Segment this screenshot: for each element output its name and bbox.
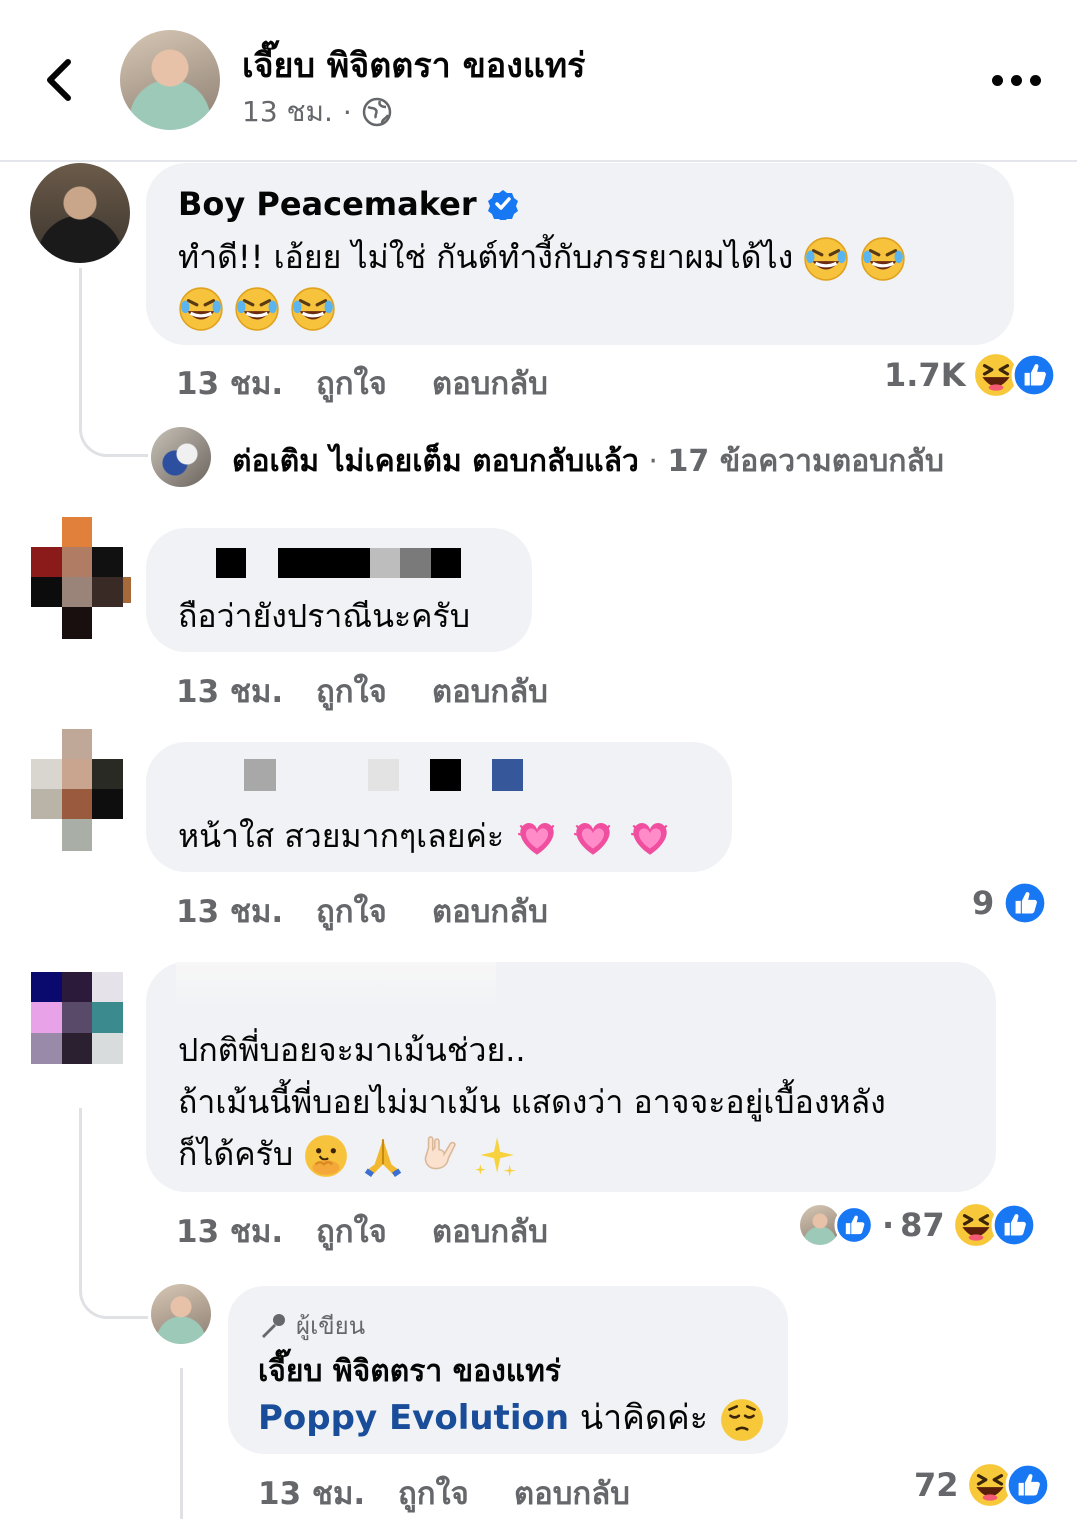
post-header: เจี๊ยบ พิจิตตรา ของแทร่ 13 ชม. · [0, 0, 1077, 162]
like-button[interactable]: ถูกใจ [316, 1206, 387, 1256]
rofl-emoji-icon [290, 286, 336, 332]
post-time: 13 ชม. [242, 95, 333, 128]
avatar[interactable] [31, 972, 123, 1064]
mention-link[interactable]: Poppy Evolution [258, 1398, 569, 1438]
like-reaction-icon [991, 1202, 1037, 1248]
comment-time: 13 ชม. [176, 366, 284, 402]
reply-author[interactable]: เจี๊ยบ พิจิตตรา ของแทร่ [258, 1348, 561, 1395]
comment-text: ก็ได้ครับ [178, 1135, 294, 1173]
heart-emoji-icon [629, 821, 668, 856]
redacted-author-name [216, 548, 461, 578]
globe-icon [362, 97, 392, 127]
comment-actions: 13 ชม. ถูกใจ ตอบกลับ [176, 358, 776, 402]
like-button[interactable]: ถูกใจ [398, 1468, 469, 1518]
reply-actions: 13 ชม. ถูกใจ ตอบกลับ [258, 1468, 758, 1512]
comment-text: หน้าใส สวยมากๆเลยค่ะ [178, 817, 505, 855]
reply-summary-name: ต่อเติม ไม่เคยเต็ม ตอบกลับแล้ว [232, 444, 639, 479]
page-avatar[interactable] [120, 30, 220, 130]
reply-time: 13 ชม. [258, 1476, 366, 1512]
page-name[interactable]: เจี๊ยบ พิจิตตรา ของแทร่ [242, 38, 585, 92]
like-reaction-icon [1005, 1462, 1051, 1508]
comment-bubble[interactable]: หน้าใส สวยมากๆเลยค่ะ [146, 742, 732, 872]
verified-badge-icon [487, 190, 518, 220]
reply-button[interactable]: ตอบกลับ [514, 1468, 630, 1518]
sparkles-emoji-icon [474, 1137, 516, 1177]
view-replies-link[interactable]: ต่อเติม ไม่เคยเต็ม ตอบกลับแล้ว · 17 ข้อค… [232, 438, 944, 485]
like-reaction-icon [834, 1205, 874, 1245]
comment-actions: 13 ชม. ถูกใจ ตอบกลับ [176, 666, 776, 710]
post-meta: 13 ชม. · [242, 90, 392, 134]
comment-actions: 13 ชม. ถูกใจ ตอบกลับ [176, 1206, 776, 1250]
heart-emoji-icon [517, 821, 555, 856]
reaction-count: 72 [914, 1466, 959, 1504]
reaction-count: 87 [900, 1206, 945, 1244]
author-badge-label: ผู้เขียน [296, 1312, 366, 1340]
thread-line [180, 1368, 183, 1519]
microphone-icon [262, 1313, 285, 1338]
author-badge: ผู้เขียน [258, 1306, 365, 1345]
like-button[interactable]: ถูกใจ [316, 358, 387, 408]
pray-emoji-icon [360, 1133, 406, 1179]
heart-emoji-icon [573, 821, 612, 856]
comment-time: 13 ชม. [176, 894, 284, 930]
more-dots-icon[interactable] [992, 66, 1042, 94]
reaction-count: 1.7K [884, 356, 966, 394]
avatar[interactable] [31, 517, 131, 639]
reaction-summary[interactable]: 1.7K [884, 352, 1057, 398]
rock-hand-emoji-icon [424, 1136, 456, 1170]
pensive-emoji-icon [719, 1397, 765, 1442]
reply-button[interactable]: ตอบกลับ [432, 886, 548, 936]
comment-text: ถ้าเม้นนี้พี่บอยไม่มาเม้น แสดงว่า อาจจะอ… [178, 1083, 886, 1121]
reaction-summary[interactable]: 9 [972, 880, 1048, 926]
reaction-dot: · [882, 1206, 895, 1244]
redacted-author-name [176, 962, 496, 1012]
comment-time: 13 ชม. [176, 674, 284, 710]
reply-text: น่าคิดค่ะ [579, 1398, 709, 1438]
thread-line [79, 1260, 148, 1319]
reply-avatar[interactable] [151, 427, 211, 487]
reaction-summary[interactable]: · 87 [800, 1202, 1037, 1248]
reply-avatar[interactable] [151, 1284, 211, 1344]
reply-button[interactable]: ตอบกลับ [432, 358, 548, 408]
like-reaction-icon [1012, 352, 1057, 398]
like-button[interactable]: ถูกใจ [316, 666, 387, 716]
rofl-emoji-icon [803, 236, 849, 282]
hand-over-mouth-emoji-icon [304, 1134, 349, 1178]
rofl-emoji-icon [860, 236, 906, 282]
reply-button[interactable]: ตอบกลับ [432, 666, 548, 716]
redacted-author-name [244, 759, 524, 791]
rofl-emoji-icon [178, 286, 224, 332]
reaction-summary[interactable]: 72 [914, 1462, 1051, 1508]
comment-text: ถือว่ายังปราณีนะครับ [178, 597, 471, 635]
reaction-count: 9 [972, 884, 995, 922]
rofl-emoji-icon [234, 286, 280, 332]
comment-author[interactable]: Boy Peacemaker [178, 185, 477, 223]
comment-actions: 13 ชม. ถูกใจ ตอบกลับ [176, 886, 776, 930]
reply-bubble[interactable]: ผู้เขียน เจี๊ยบ พิจิตตรา ของแทร่ Poppy E… [228, 1286, 788, 1454]
thread-line [79, 268, 148, 457]
like-button[interactable]: ถูกใจ [316, 886, 387, 936]
chevron-left-icon[interactable] [40, 56, 80, 104]
like-reaction-icon [1002, 880, 1048, 926]
comment-bubble[interactable]: ปกติพี่บอยจะมาเม้นช่วย.. ถ้าเม้นนี้พี่บอ… [146, 962, 996, 1192]
reply-count: 17 ข้อความตอบกลับ [667, 444, 944, 479]
reply-button[interactable]: ตอบกลับ [432, 1206, 548, 1256]
avatar[interactable] [30, 163, 130, 263]
comment-bubble[interactable]: ถือว่ายังปราณีนะครับ [146, 528, 532, 652]
comment-text: ทำดี!! เอ้ยย ไม่ใช่ กันต์ทำงี้กับภรรยาผม… [178, 238, 794, 276]
comment-bubble[interactable]: Boy Peacemaker ทำดี!! เอ้ยย ไม่ใช่ กันต์… [146, 163, 1014, 345]
comment-text: ปกติพี่บอยจะมาเม้นช่วย.. [178, 1031, 526, 1069]
comment-time: 13 ชม. [176, 1214, 284, 1250]
meta-dot: · [342, 95, 352, 129]
meta-dot: · [648, 444, 658, 479]
avatar[interactable] [31, 729, 123, 851]
